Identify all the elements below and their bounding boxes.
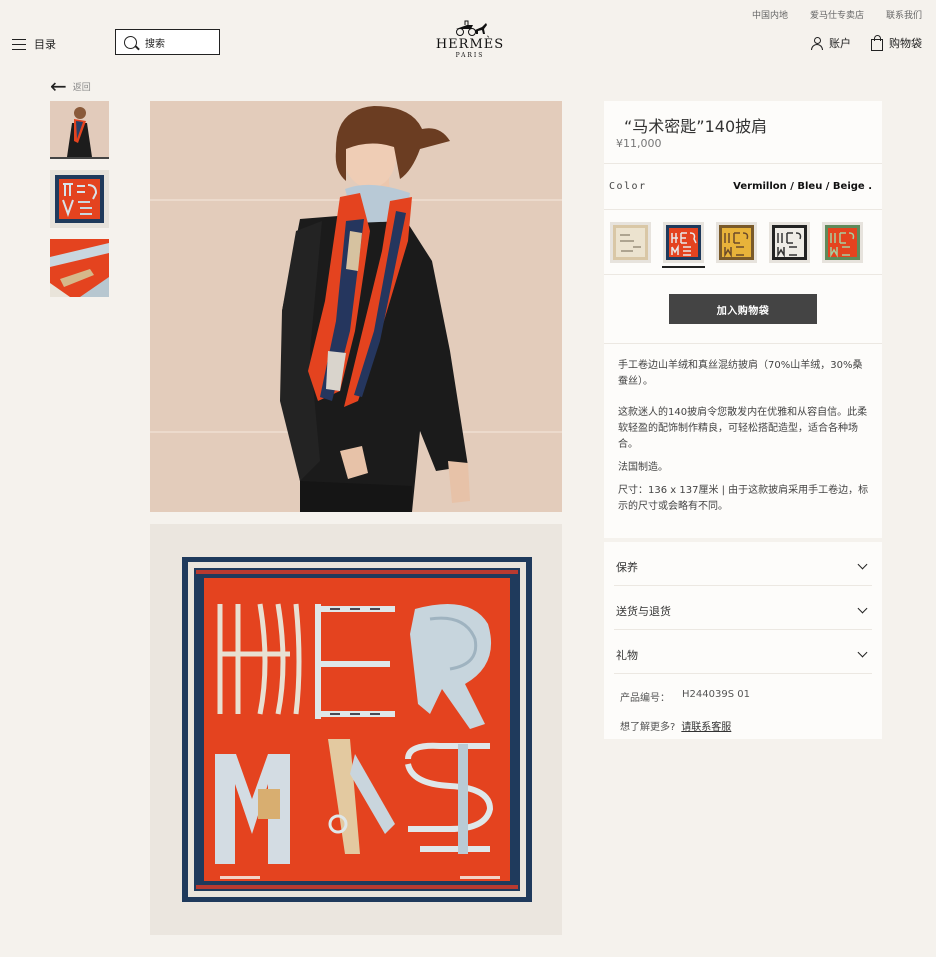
region-link[interactable]: 中国内地 (752, 8, 788, 21)
description-material: 手工卷边山羊绒和真丝混纺披肩（70%山羊绒，30%桑蚕丝）。 (618, 360, 863, 387)
swatch-green-image (825, 224, 860, 260)
swatch-black-white[interactable] (769, 221, 810, 263)
reference-value: H244039S 01 (682, 689, 750, 700)
account-icon (811, 36, 823, 50)
swatch-beige[interactable] (610, 221, 651, 263)
search-placeholder: 搜索 (145, 38, 165, 50)
carriage-icon (456, 20, 487, 36)
swatch-yellow[interactable] (716, 221, 757, 263)
menu-button[interactable]: 目录 (12, 36, 56, 52)
back-link[interactable]: ← 返回 (50, 74, 91, 98)
header-actions: 账户 购物袋 (811, 34, 922, 51)
account-label: 账户 (829, 37, 851, 50)
brand-city: PARIS (455, 52, 485, 59)
help-text: 想了解更多? (620, 722, 676, 733)
product-image-scarf[interactable] (150, 524, 562, 935)
product-price: ¥11,000 (616, 137, 662, 150)
product-info-panel: “马术密匙”140披肩 ¥11,000 Color Vermillon / Bl… (604, 101, 882, 538)
accordion-gift-label: 礼物 (616, 648, 638, 662)
hamburger-icon (12, 38, 26, 50)
accordion-shipping[interactable]: 送货与退货 (614, 586, 872, 630)
stores-link[interactable]: 爱马仕专卖店 (810, 8, 864, 21)
reference-label: 产品编号： (620, 693, 670, 704)
product-reference: 产品编号： H244039S 01 (620, 689, 872, 704)
bag-button[interactable]: 购物袋 (871, 34, 922, 51)
color-row: Color Vermillon / Bleu / Beige . (604, 164, 882, 209)
search-icon (124, 35, 137, 49)
search-input[interactable]: 搜索 (115, 29, 220, 55)
swatch-vermillon-image (666, 224, 701, 260)
color-value: Vermillon / Bleu / Beige . (733, 181, 872, 192)
thumbnail-model[interactable] (50, 101, 109, 159)
chevron-down-icon (857, 647, 868, 658)
swatch-green[interactable] (822, 221, 863, 263)
back-label: 返回 (72, 82, 91, 93)
description-detail: 这款迷人的140披肩令您散发内在优雅和从容自信。此柔软轻盈的配饰制作精良，可轻松… (618, 407, 868, 450)
thumbnail-list (50, 101, 109, 297)
cart-area: 加入购物袋 (604, 275, 882, 343)
swatch-yellow-image (719, 224, 754, 260)
thumbnail-detail[interactable] (50, 239, 109, 297)
swatch-beige-image (613, 224, 648, 260)
account-button[interactable]: 账户 (811, 35, 851, 51)
shopping-bag-icon (871, 34, 883, 51)
swatch-vermillon[interactable] (662, 221, 705, 268)
thumbnail-scarf[interactable] (50, 170, 109, 228)
info-accordion: 保养 送货与退货 礼物 产品编号： H244039S 01 想了解更多? 请联系客… (604, 542, 882, 739)
brand-logo[interactable]: HERMÈS PARIS (435, 20, 505, 59)
accordion-shipping-label: 送货与退货 (616, 604, 671, 618)
utility-links: 中国内地 爱马仕专卖店 联系我们 (752, 8, 922, 21)
color-swatches (604, 210, 882, 274)
product-title: “马术密匙”140披肩 (624, 117, 768, 136)
menu-label: 目录 (34, 38, 56, 51)
contact-service-link[interactable]: 请联系客服 (681, 722, 731, 733)
bag-label: 购物袋 (889, 37, 922, 50)
accordion-care[interactable]: 保养 (614, 542, 872, 586)
chevron-down-icon (857, 603, 868, 614)
product-description: 手工卷边山羊绒和真丝混纺披肩（70%山羊绒，30%桑蚕丝）。 这款迷人的140披… (604, 344, 882, 538)
description-origin: 法国制造。 (618, 462, 668, 473)
accordion-care-label: 保养 (616, 560, 638, 574)
color-label: Color (609, 181, 647, 192)
help-row: 想了解更多? 请联系客服 (620, 718, 872, 733)
add-to-bag-button[interactable]: 加入购物袋 (669, 294, 817, 324)
description-size: 尺寸：136 x 137厘米 | 由于这款披肩采用手工卷边，标示的尺寸或会略有不… (618, 485, 869, 512)
product-image-model[interactable] (150, 101, 562, 512)
chevron-down-icon (857, 559, 868, 570)
contact-link[interactable]: 联系我们 (886, 8, 922, 21)
arrow-left-icon: ← (50, 74, 67, 98)
swatch-black-white-image (772, 224, 807, 260)
accordion-gift[interactable]: 礼物 (614, 630, 872, 674)
brand-name: HERMÈS (435, 37, 505, 52)
product-meta: 产品编号： H244039S 01 想了解更多? 请联系客服 (614, 689, 872, 733)
